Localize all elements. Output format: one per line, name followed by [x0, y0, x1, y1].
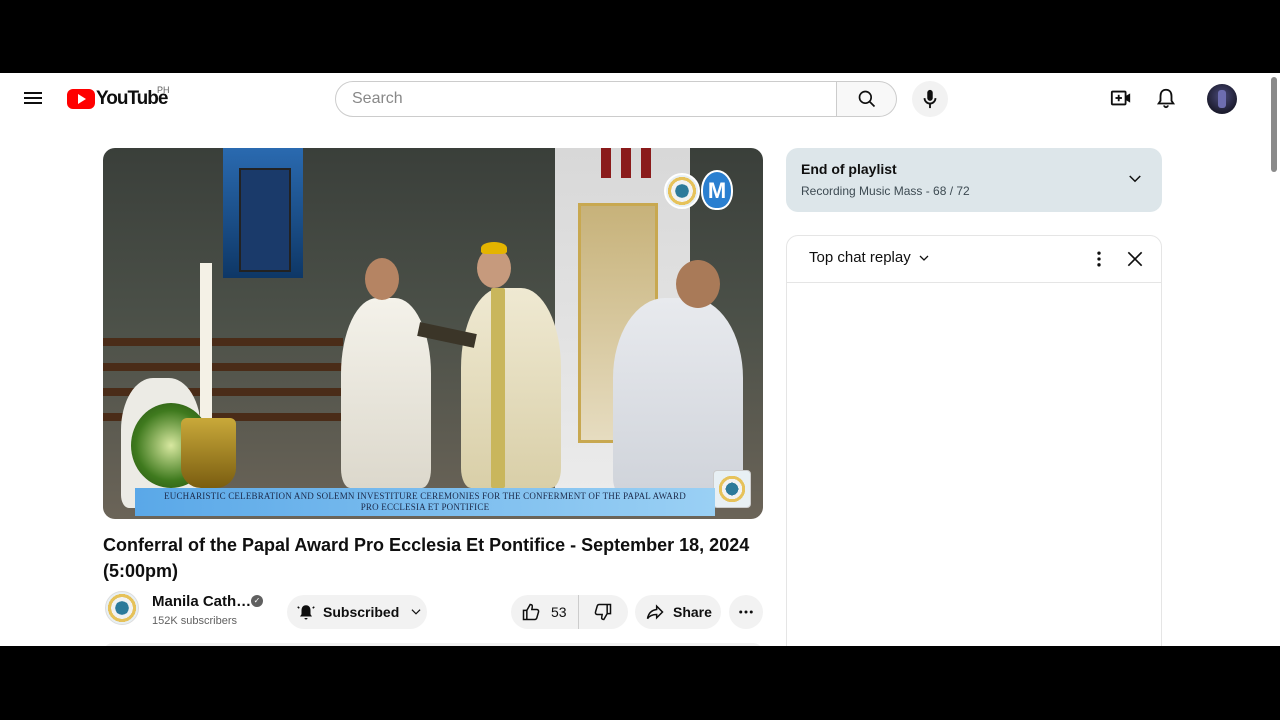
chat-mode-dropdown[interactable]: Top chat replay	[809, 249, 930, 266]
more-horiz-icon	[739, 610, 753, 614]
like-dislike-group: 53	[511, 595, 628, 629]
voice-search-button[interactable]	[912, 81, 948, 117]
mic-icon	[923, 89, 937, 109]
archdiocese-seal-icon	[664, 173, 700, 209]
chevron-down-icon	[919, 255, 929, 261]
subscriber-count: 152K subscribers	[152, 615, 237, 627]
pew	[103, 338, 343, 346]
description-box-edge	[103, 643, 763, 646]
lower-third-line2: PRO ECCLESIA ET PONTIFICE	[360, 502, 490, 512]
thumbs-up-icon	[522, 603, 540, 621]
like-button[interactable]: 53	[511, 595, 579, 629]
server-head	[676, 260, 720, 308]
share-label: Share	[673, 604, 712, 620]
menu-icon[interactable]	[24, 89, 44, 109]
lower-third-line1: EUCHARISTIC CELEBRATION AND SOLEMN INVES…	[164, 491, 686, 501]
bishop-figure	[461, 288, 561, 488]
subscribed-button[interactable]: Subscribed	[287, 595, 427, 629]
more-actions-button[interactable]	[729, 595, 763, 629]
chat-header: Top chat replay	[787, 236, 1161, 283]
pew	[103, 363, 343, 371]
thumbs-down-icon	[594, 603, 612, 621]
scrollbar-thumb[interactable]	[1271, 77, 1277, 172]
region-code: PH	[157, 85, 170, 95]
verified-icon: ✓	[251, 595, 263, 607]
youtube-logo-icon	[67, 89, 95, 109]
search-icon	[858, 90, 875, 108]
bishop-head	[477, 248, 511, 288]
more-vert-icon[interactable]	[1089, 249, 1109, 269]
account-avatar[interactable]	[1207, 84, 1237, 114]
chat-mode-label: Top chat replay	[809, 249, 911, 266]
create-button[interactable]	[1110, 87, 1134, 111]
bell-icon	[1156, 88, 1176, 109]
share-button[interactable]: Share	[635, 595, 721, 629]
share-icon	[646, 604, 664, 620]
search-button[interactable]	[837, 81, 897, 117]
live-chat-panel: Top chat replay	[786, 235, 1162, 646]
create-icon	[1110, 90, 1131, 106]
close-icon[interactable]	[1125, 249, 1145, 269]
server-figure	[613, 298, 743, 498]
marian-logo-icon: M	[701, 170, 733, 210]
chevron-down-icon[interactable]	[1126, 170, 1144, 188]
priest-figure	[341, 298, 431, 488]
search-box[interactable]	[335, 81, 837, 117]
like-count: 53	[551, 604, 567, 620]
priest-head	[365, 258, 399, 300]
golden-urn	[181, 418, 236, 488]
watermark-seal-icon	[713, 470, 751, 508]
playlist-subtitle: Recording Music Mass - 68 / 72	[801, 184, 970, 198]
zucchetto	[481, 242, 507, 254]
dislike-button[interactable]	[579, 595, 627, 629]
page-scrollbar[interactable]	[1268, 73, 1280, 646]
youtube-watch-page: YouTube PH Search M EUCHARISTIC CELEBRAT…	[0, 73, 1280, 646]
bishop-stole	[491, 288, 505, 488]
playlist-title: End of playlist	[801, 161, 897, 177]
red-candles	[601, 148, 651, 178]
video-title: Conferral of the Papal Award Pro Ecclesi…	[103, 535, 750, 581]
playlist-panel[interactable]: End of playlist Recording Music Mass - 6…	[786, 148, 1162, 212]
bell-ring-icon	[297, 605, 315, 620]
notifications-button[interactable]	[1155, 87, 1179, 111]
stained-glass-window	[223, 148, 303, 278]
chevron-down-icon	[411, 609, 421, 615]
subscribed-label: Subscribed	[323, 604, 400, 620]
easter-candle	[200, 263, 212, 423]
channel-avatar[interactable]	[105, 591, 139, 625]
search-input[interactable]	[350, 89, 836, 109]
video-lower-third: EUCHARISTIC CELEBRATION AND SOLEMN INVES…	[135, 488, 715, 516]
channel-name[interactable]: Manila Cath…	[152, 593, 251, 610]
video-player[interactable]: M EUCHARISTIC CELEBRATION AND SOLEMN INV…	[103, 148, 763, 519]
youtube-logo[interactable]: YouTube	[67, 87, 168, 111]
